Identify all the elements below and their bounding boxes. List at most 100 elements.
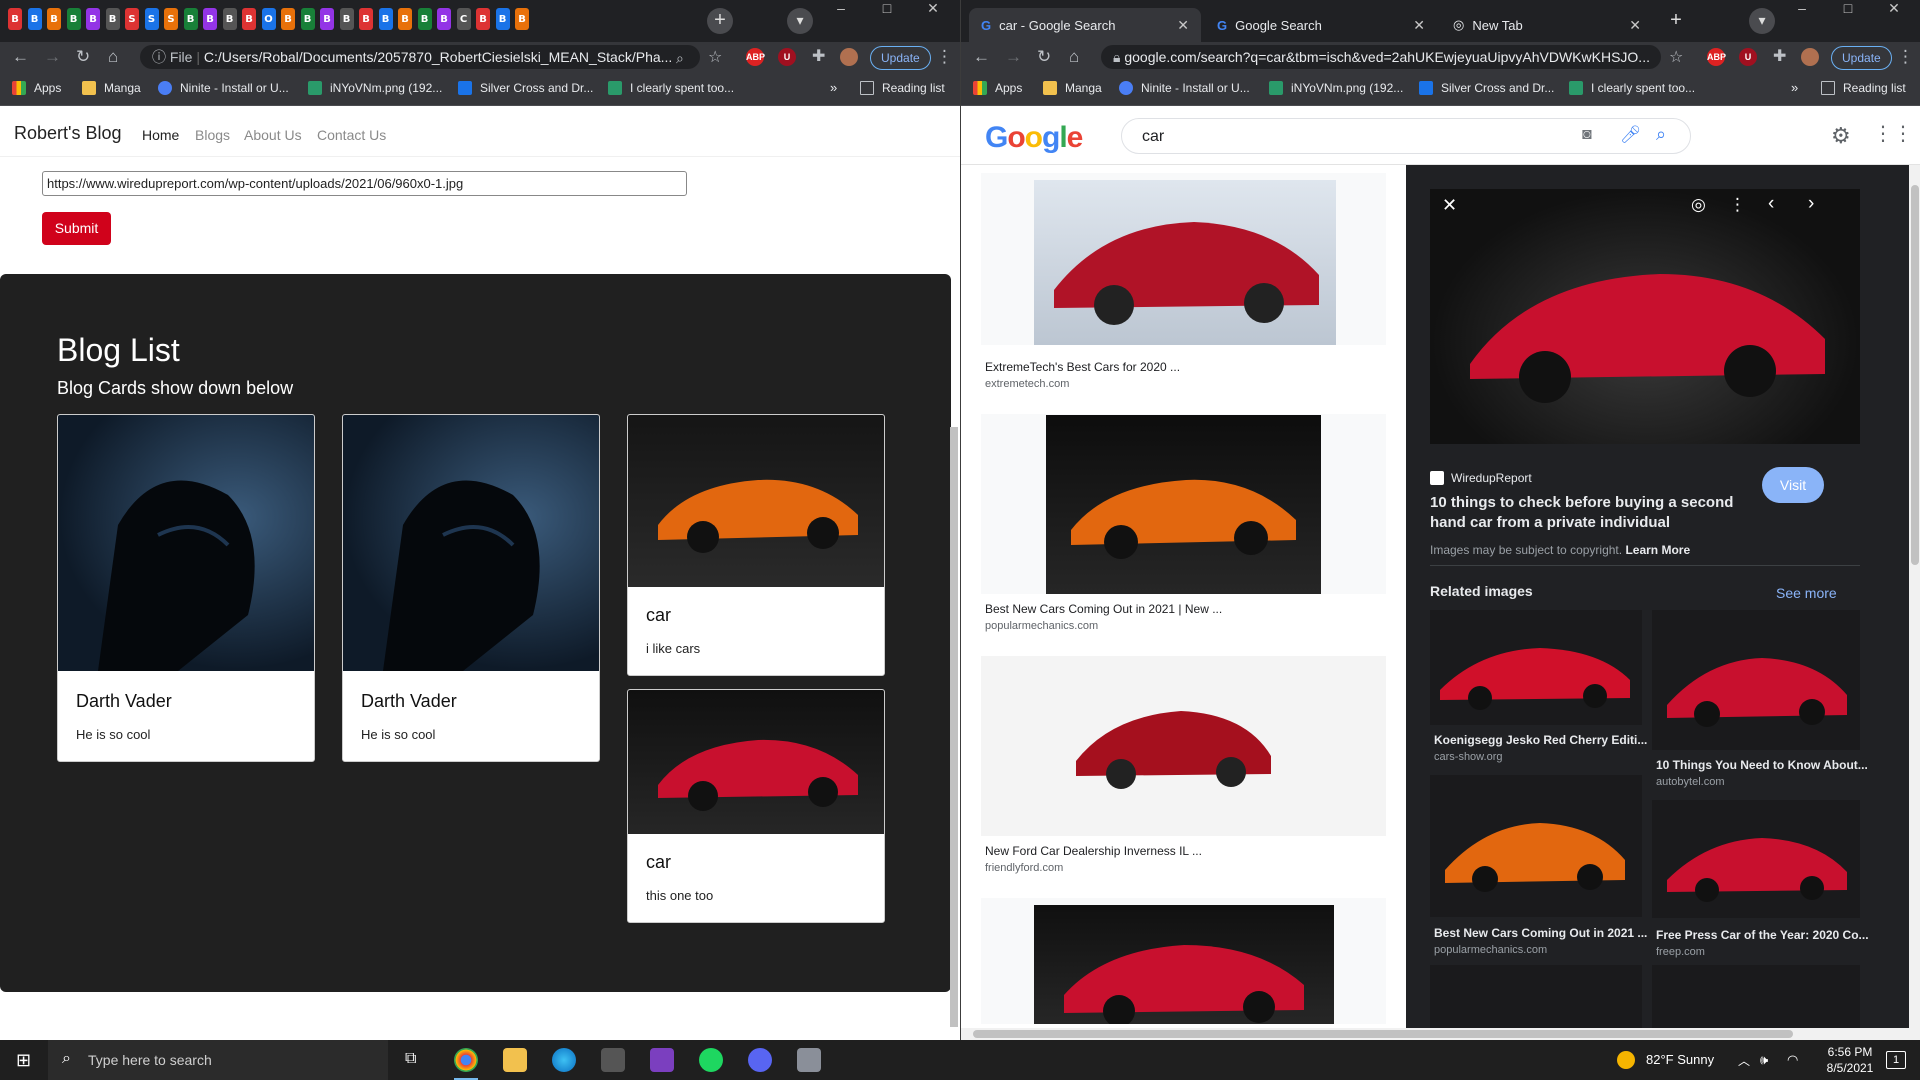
- nav-contact-us[interactable]: Contact Us: [317, 127, 386, 143]
- bookmarks-overflow-icon[interactable]: »: [1791, 80, 1798, 95]
- wifi-icon[interactable]: ◠: [1787, 1052, 1798, 1068]
- image-url-input[interactable]: https://www.wiredupreport.com/wp-content…: [42, 171, 687, 196]
- menu-kebab-icon[interactable]: ⋮: [1897, 47, 1914, 67]
- profile-avatar[interactable]: [840, 48, 858, 66]
- reading-list-button[interactable]: Reading list: [860, 81, 945, 95]
- bookmark-inyovnm[interactable]: iNYoVNm.png (192...: [308, 81, 442, 95]
- forward-icon[interactable]: →: [1005, 47, 1022, 67]
- notification-center-icon[interactable]: 1: [1886, 1051, 1906, 1069]
- pinned-tab[interactable]: B: [183, 8, 198, 30]
- home-icon[interactable]: ⌂: [1069, 47, 1079, 67]
- related-image[interactable]: [1430, 610, 1642, 725]
- google-search-box[interactable]: car ◙ 🎤︎ ⌕: [1121, 118, 1691, 154]
- app-icon[interactable]: [601, 1048, 625, 1072]
- blog-card[interactable]: car i like cars: [627, 414, 885, 676]
- result-item[interactable]: [981, 898, 1386, 1024]
- result-caption[interactable]: New Ford Car Dealership Inverness IL ...: [985, 844, 1202, 858]
- back-icon[interactable]: ←: [12, 47, 29, 67]
- bookmark-ninite[interactable]: Ninite - Install or U...: [158, 81, 289, 95]
- scrollbar-thumb[interactable]: [1911, 185, 1919, 565]
- close-window-icon[interactable]: ✕: [910, 0, 956, 18]
- bookmark-silver-cross[interactable]: Silver Cross and Dr...: [1419, 81, 1554, 95]
- result-item[interactable]: [981, 173, 1386, 345]
- bookmark-clearly-spent[interactable]: I clearly spent too...: [608, 81, 734, 95]
- related-caption[interactable]: Free Press Car of the Year: 2020 Co...: [1656, 928, 1869, 942]
- blog-brand[interactable]: Robert's Blog: [14, 123, 122, 144]
- bookmark-apps[interactable]: Apps: [973, 81, 1022, 95]
- preview-image[interactable]: [1430, 189, 1860, 444]
- pinned-tab[interactable]: B: [339, 8, 354, 30]
- bookmark-inyovnm[interactable]: iNYoVNm.png (192...: [1269, 81, 1403, 95]
- bookmark-star-icon[interactable]: ☆: [708, 48, 722, 68]
- related-source[interactable]: cars-show.org: [1434, 751, 1502, 763]
- nav-home[interactable]: Home: [142, 127, 179, 143]
- related-caption[interactable]: 10 Things You Need to Know About...: [1656, 758, 1868, 772]
- pinned-tab[interactable]: B: [281, 8, 295, 30]
- info-icon[interactable]: ⓘ: [152, 49, 166, 65]
- bookmark-apps[interactable]: Apps: [12, 81, 61, 95]
- weather-text[interactable]: 82°F Sunny: [1646, 1052, 1714, 1067]
- scrollbar-thumb[interactable]: [973, 1030, 1793, 1038]
- pinned-tab[interactable]: B: [320, 8, 334, 30]
- maximize-icon[interactable]: □: [864, 0, 910, 18]
- tab-google-search[interactable]: G Google Search ✕: [1205, 8, 1437, 42]
- pinned-tab[interactable]: B: [66, 8, 81, 30]
- search-icon[interactable]: ⌕: [1656, 124, 1666, 145]
- adblock-icon[interactable]: ABP: [1707, 48, 1726, 66]
- related-caption[interactable]: Koenigsegg Jesko Red Cherry Editi...: [1434, 733, 1647, 747]
- see-more-link[interactable]: See more: [1776, 585, 1837, 601]
- close-preview-icon[interactable]: ✕: [1442, 195, 1457, 216]
- pinned-tab[interactable]: S: [164, 8, 178, 30]
- pinned-tab[interactable]: B: [86, 8, 100, 30]
- minimize-icon[interactable]: –: [818, 0, 864, 18]
- forward-icon[interactable]: →: [44, 47, 61, 67]
- pinned-tab[interactable]: C: [456, 8, 471, 30]
- reload-icon[interactable]: ↻: [1037, 47, 1051, 67]
- learn-more-link[interactable]: Learn More: [1625, 543, 1690, 557]
- pinned-tab[interactable]: B: [476, 8, 490, 30]
- pinned-tab[interactable]: O: [261, 8, 276, 30]
- bookmark-manga[interactable]: Manga: [1043, 81, 1102, 95]
- lens-search-icon[interactable]: ◎: [1691, 195, 1706, 215]
- close-window-icon[interactable]: ✕: [1871, 0, 1917, 18]
- nav-about-us[interactable]: About Us: [244, 127, 302, 143]
- pinned-tab[interactable]: B: [515, 8, 529, 30]
- related-image[interactable]: [1430, 775, 1642, 917]
- close-tab-icon[interactable]: ✕: [1629, 17, 1641, 34]
- pinned-tab[interactable]: B: [242, 8, 256, 30]
- zoom-search-icon[interactable]: ⌕: [676, 48, 684, 68]
- update-button[interactable]: Update: [1831, 46, 1892, 70]
- microphone-icon[interactable]: 🎤︎: [1620, 125, 1642, 145]
- chrome-icon[interactable]: [454, 1048, 478, 1072]
- extensions-icon[interactable]: ✚: [1773, 47, 1786, 67]
- pinned-tab[interactable]: B: [417, 8, 432, 30]
- close-tab-icon[interactable]: ✕: [1177, 17, 1189, 34]
- pinned-tab[interactable]: B: [47, 8, 61, 30]
- tray-overflow-icon[interactable]: ︿: [1738, 1052, 1750, 1069]
- weather-sun-icon[interactable]: [1617, 1051, 1635, 1069]
- pinned-tab[interactable]: B: [27, 8, 42, 30]
- pinned-tab[interactable]: B: [437, 8, 451, 30]
- profile-avatar[interactable]: [1801, 48, 1819, 66]
- right-horizontal-scrollbar[interactable]: [961, 1028, 1920, 1040]
- reload-icon[interactable]: ↻: [76, 47, 90, 67]
- result-source[interactable]: friendlyford.com: [985, 862, 1063, 874]
- result-caption[interactable]: ExtremeTech's Best Cars for 2020 ...: [985, 360, 1180, 374]
- minimize-icon[interactable]: –: [1779, 0, 1825, 18]
- home-icon[interactable]: ⌂: [108, 47, 118, 67]
- windows-start-icon[interactable]: ⊞: [16, 1050, 31, 1071]
- pinned-tab[interactable]: B: [105, 8, 120, 30]
- address-bar[interactable]: 🔒︎ google.com/search?q=car&tbm=isch&ved=…: [1101, 45, 1661, 69]
- edge-icon[interactable]: [552, 1048, 576, 1072]
- previous-icon[interactable]: ‹: [1768, 193, 1774, 215]
- tab-search-button[interactable]: ▾: [787, 8, 813, 34]
- tab-search-button[interactable]: ▾: [1749, 8, 1775, 34]
- source-site-name[interactable]: WiredupReport: [1451, 471, 1532, 485]
- more-options-icon[interactable]: ⋮: [1729, 195, 1746, 215]
- menu-kebab-icon[interactable]: ⋮: [936, 47, 953, 67]
- clock[interactable]: 6:56 PM 8/5/2021: [1814, 1044, 1886, 1076]
- back-icon[interactable]: ←: [973, 47, 990, 67]
- bookmark-manga[interactable]: Manga: [82, 81, 141, 95]
- blog-card[interactable]: car this one too: [627, 689, 885, 923]
- result-item[interactable]: [981, 414, 1386, 594]
